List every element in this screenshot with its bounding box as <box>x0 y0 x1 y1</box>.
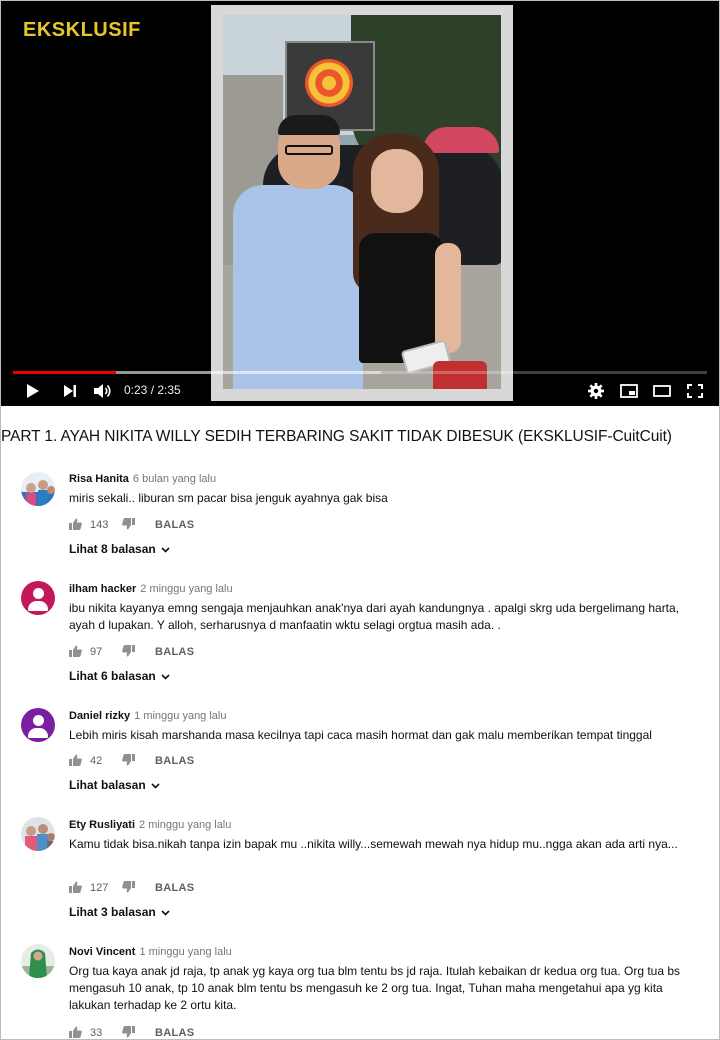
comment-text: Kamu tidak bisa.nikah tanpa izin bapak m… <box>69 837 678 851</box>
time-display: 0:23 / 2:35 <box>124 383 181 397</box>
woman-figure <box>343 133 493 389</box>
view-replies-label: Lihat 8 balasan <box>69 542 156 556</box>
thumbs-down-icon[interactable] <box>122 1025 135 1040</box>
miniplayer-icon[interactable] <box>618 377 640 405</box>
comment-actions: 127 BALAS <box>69 880 194 896</box>
view-replies-button[interactable]: Lihat 8 balasan <box>69 542 170 556</box>
view-replies-label: Lihat 6 balasan <box>69 669 156 683</box>
like-count: 143 <box>90 519 109 531</box>
thumbs-down-icon[interactable] <box>122 517 135 533</box>
channel-watermark: EKSKLUSIF <box>23 19 141 41</box>
chevron-down-icon <box>151 778 160 792</box>
avatar[interactable] <box>21 472 55 506</box>
thumbs-down-icon[interactable] <box>122 753 135 769</box>
view-replies-button[interactable]: Lihat 6 balasan <box>69 669 170 683</box>
comment-time[interactable]: 2 minggu yang lalu <box>140 583 232 595</box>
thumbs-up-icon[interactable] <box>69 1026 82 1040</box>
reply-button[interactable]: BALAS <box>155 646 194 658</box>
view-replies-button[interactable]: Lihat 3 balasan <box>69 905 170 919</box>
progress-bar[interactable] <box>13 371 707 374</box>
comment-time[interactable]: 1 minggu yang lalu <box>139 946 231 958</box>
theater-icon[interactable] <box>651 377 673 405</box>
volume-icon[interactable] <box>91 377 115 405</box>
comment-text: Lebih miris kisah marshanda masa kecilny… <box>69 728 652 742</box>
chevron-down-icon <box>161 905 170 919</box>
comment-time[interactable]: 2 minggu yang lalu <box>139 819 231 831</box>
comment-text: miris sekali.. liburan sm pacar bisa jen… <box>69 491 388 505</box>
video-image <box>223 15 501 389</box>
thumbs-up-icon[interactable] <box>69 881 82 896</box>
settings-icon[interactable] <box>585 377 607 405</box>
avatar[interactable] <box>21 708 55 742</box>
comment-author[interactable]: Daniel rizky <box>69 710 130 722</box>
comment-actions: 97 BALAS <box>69 644 194 660</box>
reply-button[interactable]: BALAS <box>155 1027 194 1039</box>
video-frame <box>211 5 513 401</box>
thumbs-down-icon[interactable] <box>122 880 135 896</box>
comment-text: ibu nikita kayanya emng sengaja menjauhk… <box>69 601 680 632</box>
view-replies-button[interactable]: Lihat balasan <box>69 778 160 792</box>
thumbs-down-icon[interactable] <box>122 644 135 660</box>
view-replies-label: Lihat 3 balasan <box>69 905 156 919</box>
view-replies-label: Lihat balasan <box>69 778 146 792</box>
next-icon[interactable] <box>59 377 81 405</box>
comment-author[interactable]: Risa Hanita <box>69 473 129 485</box>
avatar[interactable] <box>21 944 55 978</box>
avatar[interactable] <box>21 817 55 851</box>
page: EKSKLUSIF 0:23 / 2:35 PART 1. AYAH NIKIT… <box>0 0 720 1040</box>
comment-time[interactable]: 1 minggu yang lalu <box>134 710 226 722</box>
like-count: 33 <box>90 1027 103 1039</box>
comment-actions: 143 BALAS <box>69 517 194 533</box>
like-count: 97 <box>90 646 103 658</box>
comment-author[interactable]: Novi Vincent <box>69 946 135 958</box>
chevron-down-icon <box>161 542 170 556</box>
like-count: 127 <box>90 882 109 894</box>
comment-time[interactable]: 6 bulan yang lalu <box>133 473 216 485</box>
current-time: 0:23 <box>124 383 148 397</box>
player-controls: 0:23 / 2:35 <box>1 377 719 405</box>
progress-played <box>13 371 116 374</box>
time-separator: / <box>147 383 158 397</box>
thumbs-up-icon[interactable] <box>69 518 82 533</box>
duration: 2:35 <box>157 383 181 397</box>
reply-button[interactable]: BALAS <box>155 882 194 894</box>
reply-button[interactable]: BALAS <box>155 519 194 531</box>
reply-button[interactable]: BALAS <box>155 755 194 767</box>
avatar[interactable] <box>21 581 55 615</box>
video-player[interactable]: EKSKLUSIF 0:23 / 2:35 <box>1 1 719 406</box>
play-icon[interactable] <box>21 377 45 405</box>
comment-actions: 42 BALAS <box>69 753 194 769</box>
thumbs-up-icon[interactable] <box>69 645 82 660</box>
comment-author[interactable]: Ety Rusliyati <box>69 819 135 831</box>
comment-author[interactable]: ilham hacker <box>69 583 136 595</box>
comment-actions: 33 BALAS <box>69 1025 194 1040</box>
comment-text: Org tua kaya anak jd raja, tp anak yg ka… <box>69 964 681 1012</box>
thumbs-up-icon[interactable] <box>69 754 82 769</box>
chevron-down-icon <box>161 669 170 683</box>
fullscreen-icon[interactable] <box>684 377 706 405</box>
like-count: 42 <box>90 755 103 767</box>
video-title: PART 1. AYAH NIKITA WILLY SEDIH TERBARIN… <box>1 428 672 445</box>
